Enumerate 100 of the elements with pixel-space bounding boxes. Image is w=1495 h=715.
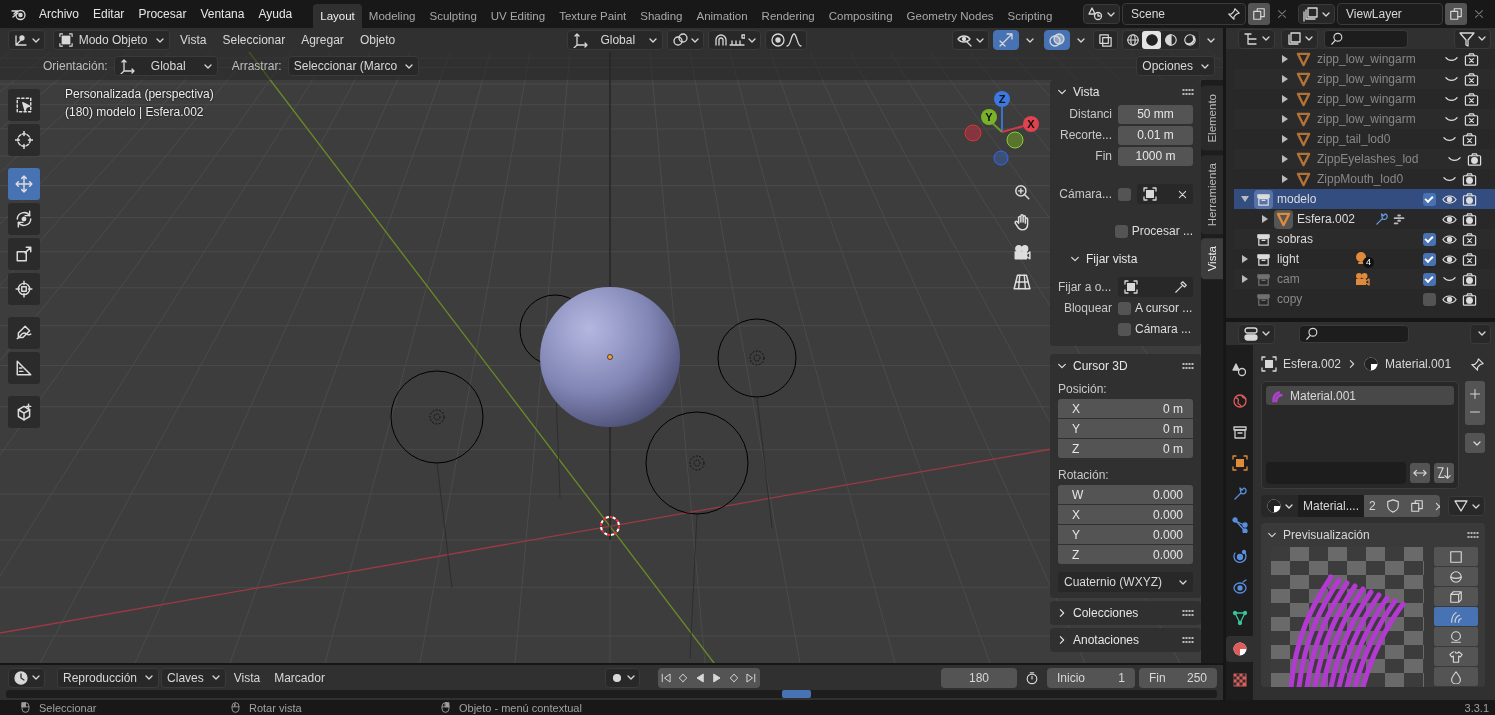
outliner-item-name[interactable]: ZippEyelashes_lod <box>1317 152 1419 166</box>
number-field[interactable]: Y 0.000 <box>1058 525 1193 544</box>
outliner-item-name[interactable]: light <box>1277 252 1299 266</box>
lock-checkbox[interactable]: A cursor ... <box>1118 301 1193 315</box>
view-layer-field[interactable]: ViewLayer <box>1337 3 1443 25</box>
outliner-item-name[interactable]: Esfera.002 <box>1297 212 1356 226</box>
outliner-item-name[interactable]: zipp_low_wingarm <box>1317 92 1416 106</box>
breadcrumb-item[interactable]: Material.001 <box>1385 357 1452 371</box>
mode-dropdown[interactable]: Modo Objeto <box>53 30 170 50</box>
outliner-item-name[interactable]: sobras <box>1277 232 1314 246</box>
outliner-row[interactable]: zipp_low_wingarm <box>1234 49 1495 69</box>
menu-item[interactable]: Seleccionar <box>216 30 292 50</box>
start-frame-field[interactable]: Inicio 1 <box>1047 667 1135 688</box>
menu-item[interactable]: Ayuda <box>251 7 300 21</box>
menu-item[interactable]: Vista <box>174 30 213 50</box>
menu-item[interactable]: Objeto <box>353 30 402 50</box>
outliner-row[interactable]: zipp_tail_lod0 <box>1234 129 1495 149</box>
object-info: (180) modelo | Esfera.002 <box>65 105 205 119</box>
number-field[interactable]: X 0.000 <box>1058 505 1193 524</box>
outliner-item-name[interactable]: zipp_tail_lod0 <box>1317 132 1391 146</box>
sidebar-tab[interactable]: Elemento <box>1201 86 1223 151</box>
orientation-label: Orientación: <box>43 59 108 73</box>
outliner-item-name[interactable]: zipp_low_wingarm <box>1317 72 1416 86</box>
field-label: Fijar a o... <box>1058 280 1113 294</box>
workspace-tab[interactable]: Texture Paint <box>552 4 634 28</box>
version-label: 3.3.1 <box>1464 701 1489 714</box>
transform-orientation-dropdown[interactable]: Global <box>567 30 664 50</box>
number-field[interactable]: 50 mm <box>1118 104 1193 124</box>
status-hint: Objeto - menú contextual <box>459 701 582 714</box>
workspace-tab[interactable]: Shading <box>633 4 690 28</box>
panel-header[interactable]: Anotaciones <box>1050 628 1201 652</box>
outliner-item-name[interactable]: modelo <box>1277 192 1317 206</box>
outliner-item-name[interactable]: copy <box>1277 292 1303 306</box>
outliner-item-name[interactable]: ZippMouth_lod0 <box>1317 172 1404 186</box>
field-label: Fin <box>1094 149 1113 163</box>
options-dropdown[interactable]: Opciones <box>1136 56 1215 76</box>
outliner-row[interactable]: light 4 <box>1234 249 1495 269</box>
workspace-tab[interactable]: Scripting <box>1000 4 1060 28</box>
workspace-tab[interactable]: Animation <box>689 4 755 28</box>
scene-field[interactable]: Scene <box>1122 3 1246 25</box>
workspace-tab[interactable]: Sculpting <box>422 4 484 28</box>
section-label: Posición: <box>1057 381 1108 398</box>
material-slot[interactable]: Material.001 <box>1266 386 1454 405</box>
outliner-row[interactable]: Esfera.002 <box>1234 209 1495 229</box>
panel-header[interactable]: Cursor 3D <box>1050 354 1201 378</box>
breadcrumb-item[interactable]: Esfera.002 <box>1283 357 1342 371</box>
sidebar-tab[interactable]: Vista <box>1201 237 1223 280</box>
outliner-item-name[interactable]: zipp_low_wingarm <box>1317 52 1416 66</box>
status-hint: Rotar vista <box>249 701 302 714</box>
number-field[interactable]: 0.01 m <box>1118 125 1193 145</box>
number-field[interactable]: 1000 m <box>1118 146 1193 166</box>
user-count[interactable]: 2 <box>1364 495 1381 517</box>
workspace-tab[interactable]: Modeling <box>361 4 423 28</box>
menu-item[interactable]: Archivo <box>32 7 86 21</box>
panel-header[interactable]: Previsualización <box>1267 523 1479 547</box>
workspace-tab[interactable]: Compositing <box>821 4 900 28</box>
drag-dropdown[interactable]: Seleccionar (Marco <box>287 56 420 76</box>
outliner-item-name[interactable]: zipp_low_wingarm <box>1317 112 1416 126</box>
field-label: Bloquear <box>1062 301 1113 315</box>
menu-item[interactable]: Marcador <box>268 667 331 688</box>
menu-item[interactable]: Agregar <box>295 30 350 50</box>
material-name-field[interactable]: Material.... <box>1298 495 1364 517</box>
menu-item[interactable]: Procesar <box>131 7 194 21</box>
view-name: Personalizada (perspectiva) <box>65 87 215 101</box>
current-frame-field[interactable]: 180 <box>941 667 1017 688</box>
workspace-tab[interactable]: Rendering <box>754 4 822 28</box>
outliner-row[interactable]: zipp_low_wingarm <box>1234 89 1495 109</box>
menu-dropdown[interactable]: Reproducción <box>57 667 160 688</box>
panel-header[interactable]: Fijar vista <box>1050 247 1201 271</box>
number-field[interactable]: X 0 m <box>1058 399 1193 418</box>
rotation-mode-dropdown[interactable]: Cuaternio (WXYZ) <box>1058 572 1193 592</box>
number-field[interactable]: Z 0.000 <box>1058 545 1193 564</box>
section-label: Rotación: <box>1057 467 1110 484</box>
menu-item[interactable]: Editar <box>86 7 132 21</box>
menu-dropdown[interactable]: Claves <box>161 667 226 688</box>
lock-checkbox[interactable]: Cámara ... <box>1118 322 1191 336</box>
field-label: Cámara... <box>1058 187 1113 201</box>
menu-item[interactable]: Ventana <box>193 7 252 21</box>
field-label: Distanci <box>1068 107 1113 121</box>
outliner-row[interactable]: modelo <box>1234 189 1495 209</box>
workspace-tab[interactable]: Layout <box>313 4 362 28</box>
number-field[interactable]: Y 0 m <box>1058 419 1193 438</box>
render-region-checkbox[interactable]: Procesar ... <box>1114 224 1193 238</box>
orientation-dropdown[interactable]: Global <box>113 56 218 76</box>
field-label: Recorte... <box>1058 128 1113 142</box>
outliner-row[interactable]: copy <box>1234 289 1495 309</box>
panel-header[interactable]: Vista <box>1050 80 1201 104</box>
workspace-tab[interactable]: Geometry Nodes <box>899 4 1001 28</box>
sidebar-tab[interactable]: Herramienta <box>1201 154 1223 234</box>
drag-label: Arrastrar: <box>231 59 282 73</box>
outliner-item-name[interactable]: cam <box>1277 272 1300 286</box>
end-frame-field[interactable]: Fin 250 <box>1139 667 1217 688</box>
workspace-tab[interactable]: UV Editing <box>483 4 553 28</box>
outliner-row[interactable]: ZippMouth_lod0 <box>1234 169 1495 189</box>
menu-item[interactable]: Vista <box>227 667 267 688</box>
panel-header[interactable]: Colecciones <box>1050 601 1201 625</box>
count-badge: 4 <box>1363 257 1374 268</box>
navigation-gizmo[interactable]: Z Y X <box>959 88 1045 168</box>
number-field[interactable]: W 0.000 <box>1058 485 1193 504</box>
number-field[interactable]: Z 0 m <box>1058 439 1193 458</box>
